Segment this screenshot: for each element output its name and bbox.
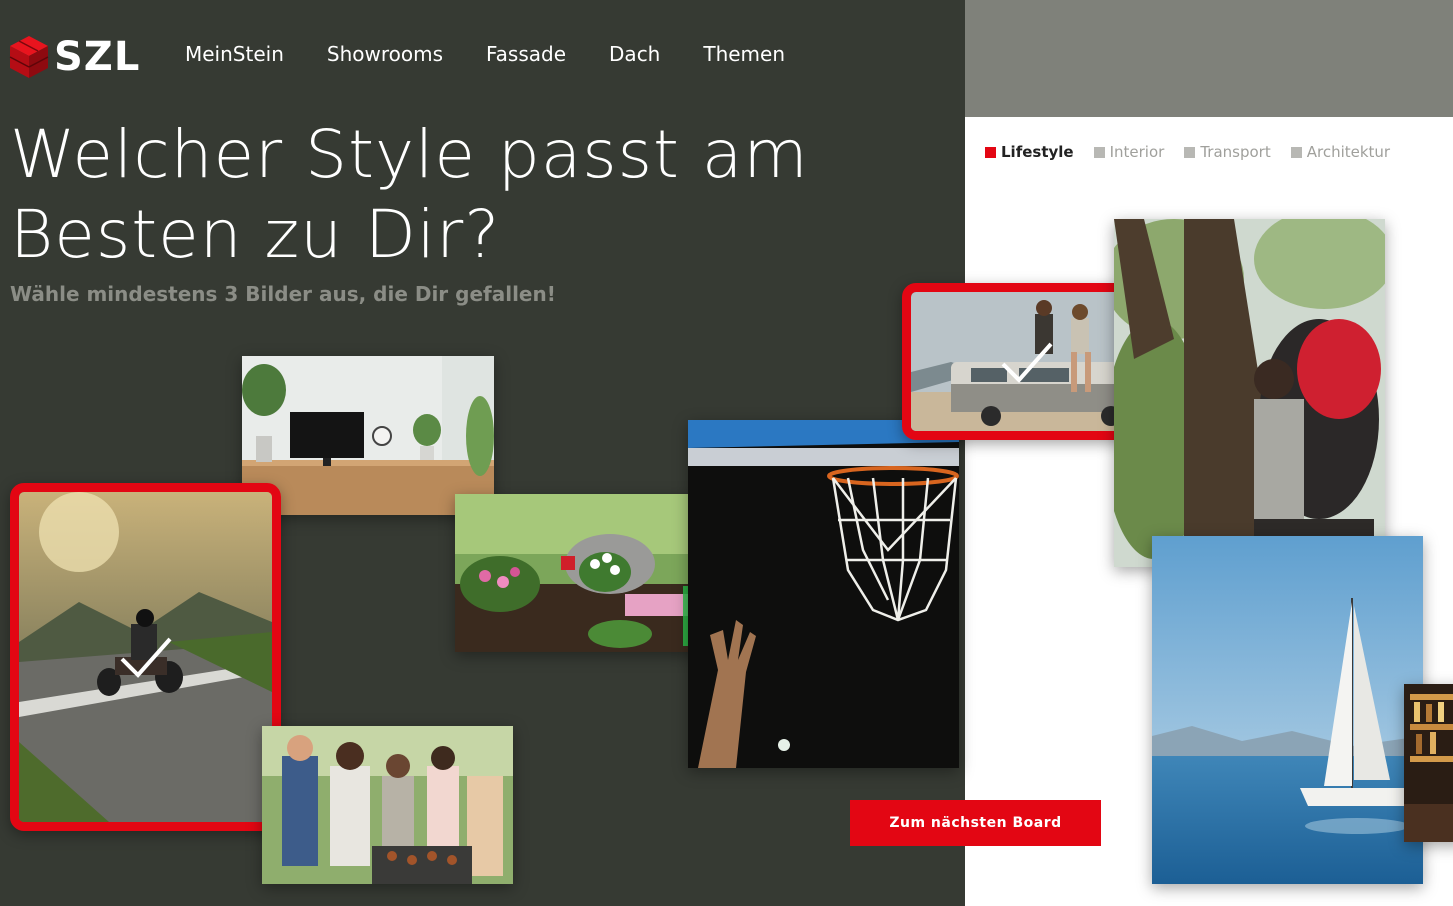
- gardening-image: [455, 494, 707, 652]
- nav-item-themen[interactable]: Themen: [703, 42, 785, 66]
- checkmark-icon: [120, 637, 171, 678]
- image-tile-bar[interactable]: [1404, 684, 1453, 842]
- nav-item-showrooms[interactable]: Showrooms: [327, 42, 443, 66]
- next-board-button[interactable]: Zum nächsten Board: [850, 800, 1101, 846]
- logo[interactable]: SZL: [8, 34, 140, 80]
- tab-marker-icon: [1290, 146, 1302, 158]
- nav-item-fassade[interactable]: Fassade: [486, 42, 566, 66]
- image-tile-basketball[interactable]: [688, 420, 959, 768]
- image-tile-backpacker[interactable]: [1114, 219, 1385, 567]
- barbecue-image: [262, 726, 513, 884]
- tab-transport[interactable]: Transport: [1184, 143, 1271, 161]
- tab-marker-icon: [1093, 146, 1105, 158]
- bar-interior-image: [1404, 684, 1453, 842]
- tab-interior[interactable]: Interior: [1093, 143, 1165, 161]
- grey-header-band: [965, 0, 1453, 117]
- nav-item-meinstein[interactable]: MeinStein: [185, 42, 284, 66]
- page-subtitle: Wähle mindestens 3 Bilder aus, die Dir g…: [10, 282, 556, 306]
- tab-label: Lifestyle: [1001, 143, 1074, 161]
- tab-architektur[interactable]: Architektur: [1290, 143, 1391, 161]
- image-tile-motorcycle[interactable]: [10, 483, 281, 831]
- backpacker-image: [1114, 219, 1385, 567]
- tab-marker-icon: [985, 146, 996, 158]
- tab-label: Architektur: [1306, 143, 1391, 161]
- checkmark-icon: [1001, 342, 1053, 383]
- tab-marker-icon: [1184, 146, 1196, 158]
- tab-label: Interior: [1109, 143, 1165, 161]
- brick-cube-icon: [9, 36, 49, 78]
- category-tabs: Lifestyle Interior Transport Architektur: [985, 143, 1410, 161]
- sailboat-image: [1152, 536, 1423, 884]
- image-tile-barbecue[interactable]: [262, 726, 513, 884]
- page-title: Welcher Style passt am Besten zu Dir?: [10, 116, 809, 273]
- image-tile-sailboat[interactable]: [1152, 536, 1423, 884]
- tab-label: Transport: [1200, 143, 1271, 161]
- tab-lifestyle[interactable]: Lifestyle: [985, 143, 1074, 161]
- nav-item-dach[interactable]: Dach: [609, 42, 660, 66]
- basketball-image: [688, 420, 959, 768]
- logo-wordmark: SZL: [54, 34, 141, 80]
- image-tile-gardening[interactable]: [455, 494, 707, 652]
- main-nav: MeinStein Showrooms Fassade Dach Themen: [185, 42, 828, 66]
